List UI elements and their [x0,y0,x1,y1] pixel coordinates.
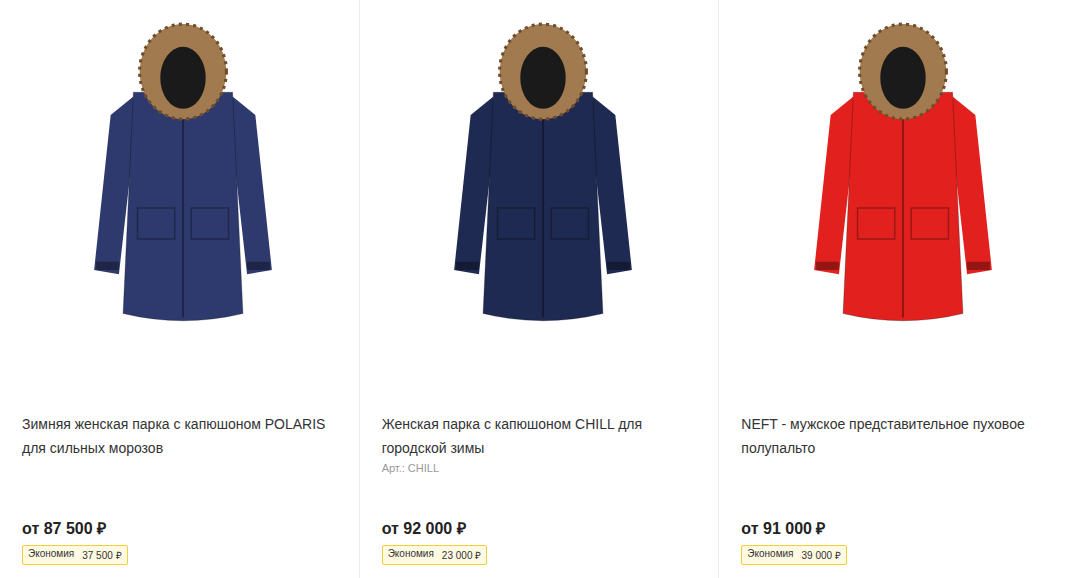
product-title[interactable]: Женская парка с капюшоном CHILL для горо… [382,412,705,460]
product-card[interactable]: Женская парка с капюшоном CHILL для горо… [360,0,720,578]
product-image[interactable] [382,0,705,412]
jacket-icon [798,22,1008,332]
jacket-icon [438,22,648,332]
product-price: от 87 500 ₽ [22,517,106,539]
product-title[interactable]: NEFT - мужское представительное пуховое … [741,412,1065,460]
product-image[interactable] [22,0,345,412]
product-card[interactable]: NEFT - мужское представительное пуховое … [719,0,1079,578]
product-price: от 91 000 ₽ [741,517,825,539]
savings-badge: Экономия 23 000 ₽ [382,545,488,565]
product-image[interactable] [741,0,1065,412]
savings-badge: Экономия 37 500 ₽ [22,545,128,565]
product-price: от 92 000 ₽ [382,517,466,539]
product-title[interactable]: Зимняя женская парка с капюшоном POLARIS… [22,412,345,460]
jacket-icon [78,22,288,332]
product-article: Арт.: CHILL [382,462,705,474]
product-grid: Зимняя женская парка с капюшоном POLARIS… [0,0,1079,578]
product-card[interactable]: Зимняя женская парка с капюшоном POLARIS… [0,0,360,578]
savings-badge: Экономия 39 000 ₽ [741,545,847,565]
